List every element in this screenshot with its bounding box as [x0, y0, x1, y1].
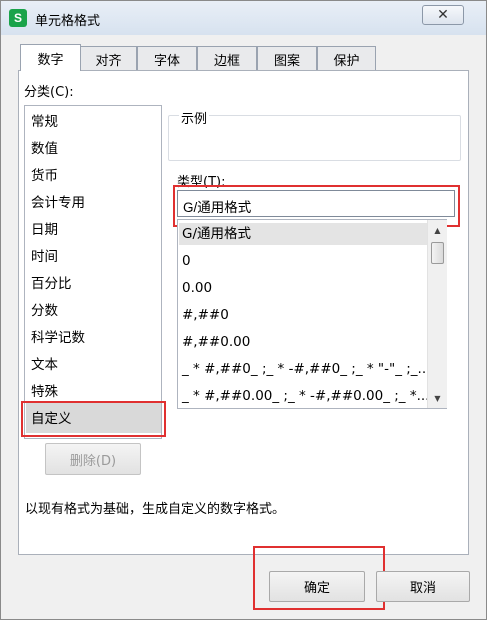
format-item[interactable]: #,##0: [182, 305, 229, 325]
tab-number[interactable]: 数字: [20, 44, 81, 71]
delete-button[interactable]: 删除(D): [45, 443, 141, 475]
format-item[interactable]: _ * #,##0_ ;_ * -#,##0_ ;_ * "-"_ ;_...: [182, 359, 430, 379]
category-item-text[interactable]: 文本: [31, 354, 58, 376]
sample-label: 示例: [179, 108, 210, 127]
format-item[interactable]: 0: [182, 251, 191, 271]
wps-app-icon: S: [9, 9, 27, 27]
close-button[interactable]: ✕: [422, 5, 464, 25]
category-item-percentage[interactable]: 百分比: [31, 273, 72, 295]
dialog-title: 单元格格式: [35, 14, 101, 29]
format-item[interactable]: 0.00: [182, 278, 212, 298]
category-item-currency[interactable]: 货币: [31, 165, 58, 187]
scroll-up-icon[interactable]: ▲: [428, 222, 447, 238]
title-bar[interactable]: S 单元格格式 ✕: [1, 1, 486, 35]
category-list[interactable]: 常规 数值 货币 会计专用 日期 时间 百分比 分数 科学记数 文本 特殊 自定…: [24, 105, 162, 439]
tab-protection[interactable]: 保护: [317, 46, 376, 71]
format-item[interactable]: _ * #,##0.00_ ;_ * -#,##0.00_ ;_ *...: [182, 386, 429, 406]
category-item-special[interactable]: 特殊: [31, 381, 58, 403]
format-list-scrollbar[interactable]: ▲ ▼: [427, 220, 447, 408]
ok-button-highlight-box: [253, 546, 385, 610]
category-item-fraction[interactable]: 分数: [31, 300, 58, 322]
category-item-time[interactable]: 时间: [31, 246, 58, 268]
tab-border[interactable]: 边框: [197, 46, 257, 71]
category-item-scientific[interactable]: 科学记数: [31, 327, 85, 349]
scroll-thumb[interactable]: [431, 242, 444, 264]
format-list[interactable]: G/通用格式 0 0.00 #,##0 #,##0.00 _ * #,##0_ …: [177, 219, 447, 409]
category-label: 分类(C):: [24, 85, 74, 100]
category-item-date[interactable]: 日期: [31, 219, 58, 241]
category-item-general[interactable]: 常规: [31, 111, 58, 133]
category-item-number[interactable]: 数值: [31, 138, 58, 160]
format-item[interactable]: #,##0.00: [182, 332, 250, 352]
tab-pattern[interactable]: 图案: [257, 46, 317, 71]
tab-font[interactable]: 字体: [137, 46, 197, 71]
format-description: 以现有格式为基础，生成自定义的数字格式。: [25, 502, 286, 517]
category-item-accounting[interactable]: 会计专用: [31, 192, 85, 214]
format-item[interactable]: G/通用格式: [182, 224, 251, 244]
sample-box: [168, 115, 461, 161]
format-cells-dialog: S 单元格格式 ✕ 数字 对齐 字体 边框 图案 保护 分类(C): 常规 数值…: [0, 0, 487, 620]
scroll-down-icon[interactable]: ▼: [428, 390, 447, 406]
close-icon: ✕: [437, 7, 449, 23]
cancel-button[interactable]: 取消: [376, 571, 470, 602]
custom-category-highlight-box: [21, 401, 166, 437]
tab-alignment[interactable]: 对齐: [80, 46, 137, 71]
